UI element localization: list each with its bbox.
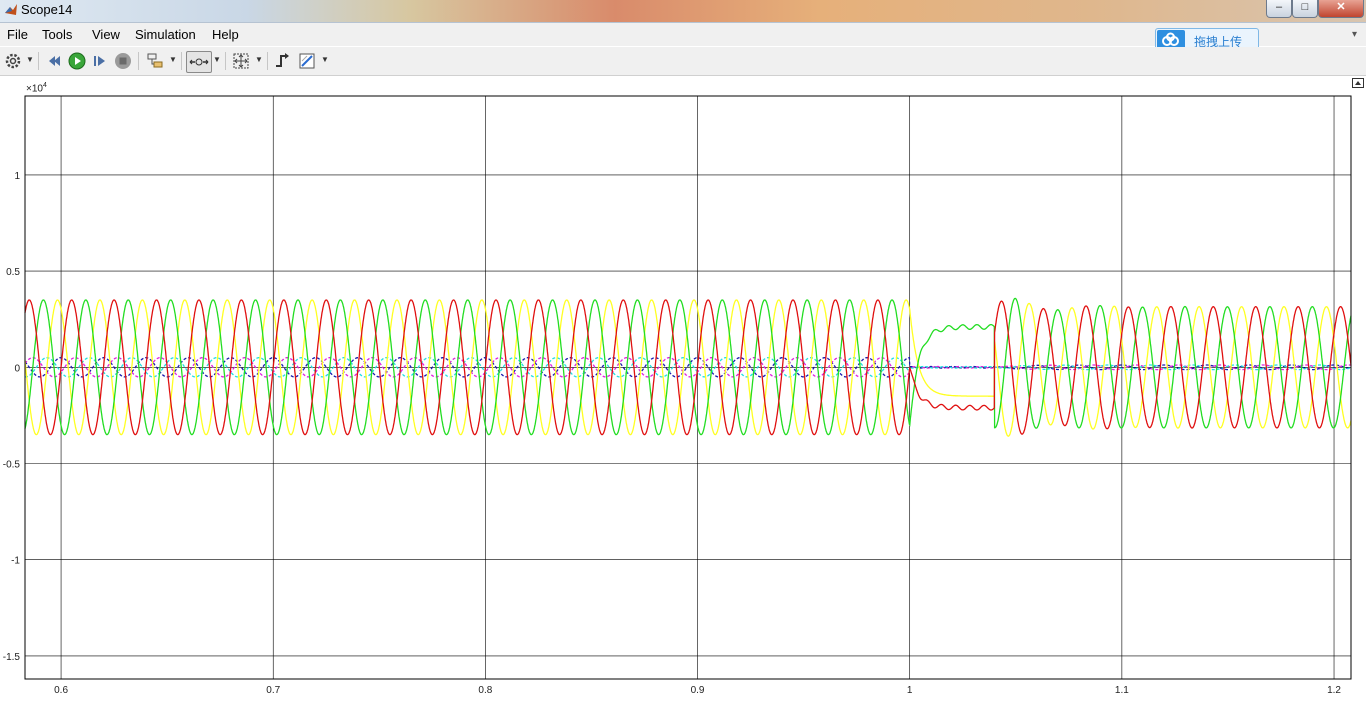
x-tick-label: 0.8	[478, 685, 492, 696]
y-tick-label: 1	[14, 171, 20, 182]
zoom-dropdown-icon[interactable]: ▼	[213, 55, 221, 64]
toolbar-separator	[38, 52, 39, 70]
y-tick-label: 0	[14, 363, 20, 374]
y-tick-label: 0.5	[6, 267, 20, 278]
toolbar-separator	[138, 52, 139, 70]
style-dropdown-icon[interactable]: ▼	[321, 55, 329, 64]
stop-icon[interactable]	[113, 51, 133, 71]
zoom-icon[interactable]	[186, 51, 212, 73]
x-tick-label: 1	[907, 685, 913, 696]
axes-frame	[24, 95, 1352, 680]
autoscale-icon[interactable]	[231, 51, 251, 71]
close-button[interactable]: ✕	[1318, 0, 1364, 18]
y-tick-label: -1	[11, 556, 20, 567]
matlab-icon	[5, 4, 17, 15]
style-icon[interactable]	[297, 51, 317, 71]
x-tick-label: 0.7	[266, 685, 280, 696]
menu-tools[interactable]: Tools	[42, 27, 72, 42]
toolbar-separator	[181, 52, 182, 70]
run-icon[interactable]	[67, 51, 87, 71]
menu-simulation[interactable]: Simulation	[135, 27, 196, 42]
x-tick-label: 0.9	[691, 685, 705, 696]
signal-selector-icon[interactable]	[145, 51, 165, 71]
minimize-button[interactable]: –	[1266, 0, 1292, 18]
step-forward-icon[interactable]	[90, 51, 110, 71]
x-tick-label: 1.1	[1115, 685, 1129, 696]
grid	[25, 96, 1351, 679]
gear-icon[interactable]	[3, 51, 23, 71]
autoscale-dropdown-icon[interactable]: ▼	[255, 55, 263, 64]
menu-collapse-icon[interactable]: ▾	[1352, 29, 1357, 40]
signal-dropdown-icon[interactable]: ▼	[169, 55, 177, 64]
y-tick-label: -1.5	[3, 652, 21, 663]
maximize-button[interactable]: □	[1292, 0, 1318, 18]
x-tick-label: 0.6	[54, 685, 68, 696]
scope-plot[interactable]: 0.6 0.7 0.8 0.9 1 1.1 1.2 1 0.5 0 -0.5 -1 -1.5	[0, 76, 1366, 703]
toolbar-separator	[267, 52, 268, 70]
toolbar: ▼ ▼ ▼ ▼ ▼	[0, 47, 1366, 76]
y-tick-label: -0.5	[3, 460, 21, 471]
title-bar[interactable]: Scope14 – □ ✕	[0, 0, 1366, 23]
menu-view[interactable]: View	[92, 27, 120, 42]
menu-file[interactable]: File	[7, 27, 28, 42]
x-tick-label: 1.2	[1327, 685, 1341, 696]
step-back-icon[interactable]	[45, 51, 65, 71]
toolbar-separator	[225, 52, 226, 70]
gear-dropdown-icon[interactable]: ▼	[26, 55, 34, 64]
menu-help[interactable]: Help	[212, 27, 239, 42]
trigger-icon[interactable]	[273, 51, 293, 71]
window-title: Scope14	[21, 2, 73, 17]
